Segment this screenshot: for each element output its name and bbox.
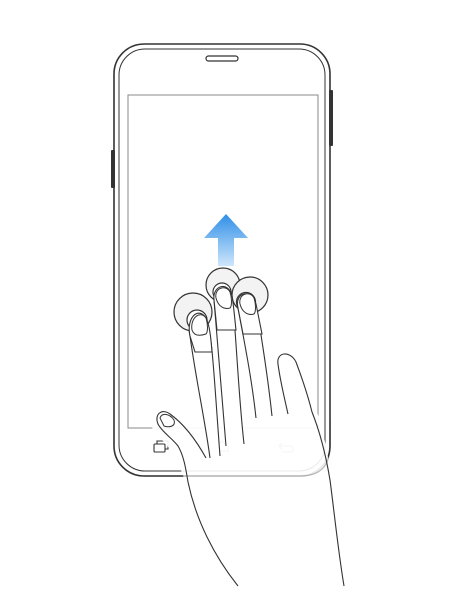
volume-button <box>111 150 115 188</box>
illustration-canvas <box>111 43 350 587</box>
earpiece <box>205 55 239 62</box>
gesture-illustration <box>0 0 458 590</box>
power-button <box>329 90 333 146</box>
